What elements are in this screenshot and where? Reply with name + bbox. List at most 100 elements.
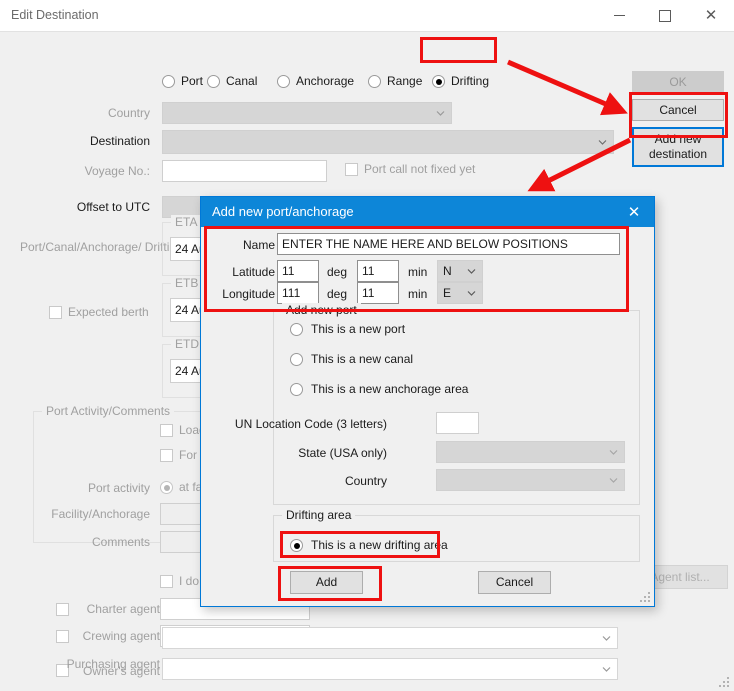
un-location-label: UN Location Code (3 letters) — [234, 417, 387, 431]
facility-label: Facility/Anchorage — [51, 507, 150, 521]
cancel-button[interactable]: Cancel — [632, 99, 724, 121]
radio-range-label: Range — [387, 74, 423, 88]
chevron-down-icon — [602, 665, 611, 674]
voyage-label: Voyage No.: — [84, 164, 150, 178]
purchasing-agent-combobox[interactable] — [162, 627, 618, 649]
latitude-label: Latitude — [232, 265, 275, 279]
longitude-deg-unit: deg — [327, 287, 348, 301]
dialog-add-label: Add — [315, 575, 338, 589]
radio-new-canal[interactable] — [290, 353, 303, 366]
dialog-close-icon[interactable]: ✕ — [614, 197, 654, 227]
chevron-down-icon — [609, 476, 618, 485]
i-do-label: I do — [179, 574, 200, 588]
load-checkbox[interactable] — [160, 424, 173, 437]
radio-new-drifting-area-label: This is a new drifting area — [311, 538, 448, 552]
add-new-destination-label: Add new destination — [648, 132, 708, 161]
name-input[interactable]: ENTER THE NAME HERE AND BELOW POSITIONS — [277, 233, 620, 255]
dialog-cancel-button[interactable]: Cancel — [478, 571, 551, 594]
radio-new-drifting-area[interactable] — [290, 539, 303, 552]
chevron-down-icon — [598, 138, 607, 147]
chevron-down-icon — [467, 289, 476, 298]
dialog-country-combobox[interactable] — [436, 469, 625, 491]
close-icon[interactable]: ✕ — [688, 0, 734, 31]
crewing-agent-checkbox[interactable] — [56, 630, 69, 643]
window-title: Edit Destination — [11, 8, 99, 22]
radio-port-label: Port — [181, 74, 204, 88]
latitude-deg-value: 11 — [282, 264, 295, 278]
port-call-not-fixed-checkbox[interactable] — [345, 163, 358, 176]
chevron-down-icon — [609, 448, 618, 457]
dialog-add-button[interactable]: Add — [290, 571, 363, 594]
dialog-country-label: Country — [344, 474, 387, 488]
radio-new-anchorage-label: This is a new anchorage area — [311, 382, 469, 396]
agent-list-label: Agent list... — [650, 569, 710, 584]
radio-at-facility[interactable] — [160, 481, 173, 494]
dialog-resize-grip[interactable] — [640, 592, 651, 603]
dialog-titlebar: Add new port/anchorage ✕ — [201, 197, 654, 227]
radio-new-port[interactable] — [290, 323, 303, 336]
comments-label: Comments — [91, 535, 150, 549]
state-combobox[interactable] — [436, 441, 625, 463]
radio-port[interactable] — [162, 75, 175, 88]
state-label: State (USA only) — [298, 446, 387, 460]
add-new-port-group-title: Add new port — [282, 303, 361, 317]
dialog-title: Add new port/anchorage — [212, 204, 354, 219]
latitude-min-value: 11 — [362, 264, 375, 278]
radio-new-port-label: This is a new port — [311, 322, 406, 336]
destination-label: Destination — [89, 134, 150, 148]
minimize-icon[interactable] — [596, 0, 642, 31]
offset-label: Offset to UTC — [76, 200, 150, 214]
window-titlebar: Edit Destination ✕ — [0, 0, 734, 31]
latitude-min-input[interactable]: 11 — [357, 260, 399, 282]
latitude-hemisphere-combobox[interactable]: N — [437, 260, 483, 282]
longitude-min-unit: min — [408, 287, 428, 301]
ok-button: OK — [632, 71, 724, 93]
charter-agent-checkbox[interactable] — [56, 603, 69, 616]
country-combobox[interactable] — [162, 102, 452, 124]
name-label: Name — [242, 238, 275, 252]
latitude-deg-unit: deg — [327, 265, 348, 279]
radio-anchorage-label: Anchorage — [296, 74, 355, 88]
longitude-hemisphere-value: E — [443, 286, 452, 300]
port-activity-group-title: Port Activity/Comments — [42, 404, 175, 418]
name-value: ENTER THE NAME HERE AND BELOW POSITIONS — [282, 237, 568, 251]
radio-new-canal-label: This is a new canal — [311, 352, 414, 366]
radio-range[interactable] — [368, 75, 381, 88]
radio-new-anchorage[interactable] — [290, 383, 303, 396]
cancel-label: Cancel — [659, 102, 697, 117]
port-call-not-fixed-label: Port call not fixed yet — [364, 162, 476, 176]
charter-agent-label: Charter agent — [86, 602, 160, 616]
longitude-label: Longitude — [222, 287, 275, 301]
for-re-checkbox[interactable] — [160, 449, 173, 462]
chevron-down-icon — [467, 267, 476, 276]
latitude-min-unit: min — [408, 265, 428, 279]
ok-label: OK — [669, 74, 687, 89]
radio-anchorage[interactable] — [277, 75, 290, 88]
expected-berth-label: Expected berth — [68, 305, 149, 319]
dialog-cancel-label: Cancel — [495, 575, 534, 589]
country-label: Country — [107, 106, 150, 120]
un-location-input[interactable] — [436, 412, 479, 434]
owners-agent-combobox[interactable] — [162, 658, 618, 680]
voyage-input[interactable] — [162, 160, 327, 182]
radio-drifting[interactable] — [432, 75, 445, 88]
longitude-deg-value: 111 — [282, 286, 301, 300]
maximize-icon[interactable] — [642, 0, 688, 31]
chevron-down-icon — [436, 109, 445, 118]
longitude-min-value: 11 — [362, 286, 375, 300]
i-do-checkbox[interactable] — [160, 575, 173, 588]
window-resize-grip[interactable] — [719, 677, 730, 688]
expected-berth-checkbox[interactable] — [49, 306, 62, 319]
drifting-area-group-title: Drifting area — [282, 508, 356, 522]
port-activity-label: Port activity — [87, 481, 150, 495]
destination-combobox[interactable] — [162, 130, 614, 154]
latitude-hemisphere-value: N — [443, 264, 452, 278]
longitude-deg-input[interactable]: 111 — [277, 282, 319, 304]
longitude-min-input[interactable]: 11 — [357, 282, 399, 304]
owners-agent-label: Owner's agent — [83, 664, 160, 678]
longitude-hemisphere-combobox[interactable]: E — [437, 282, 483, 304]
latitude-deg-input[interactable]: 11 — [277, 260, 319, 282]
radio-drifting-label: Drifting — [451, 74, 490, 88]
radio-canal[interactable] — [207, 75, 220, 88]
add-new-destination-button[interactable]: Add new destination — [632, 127, 724, 167]
